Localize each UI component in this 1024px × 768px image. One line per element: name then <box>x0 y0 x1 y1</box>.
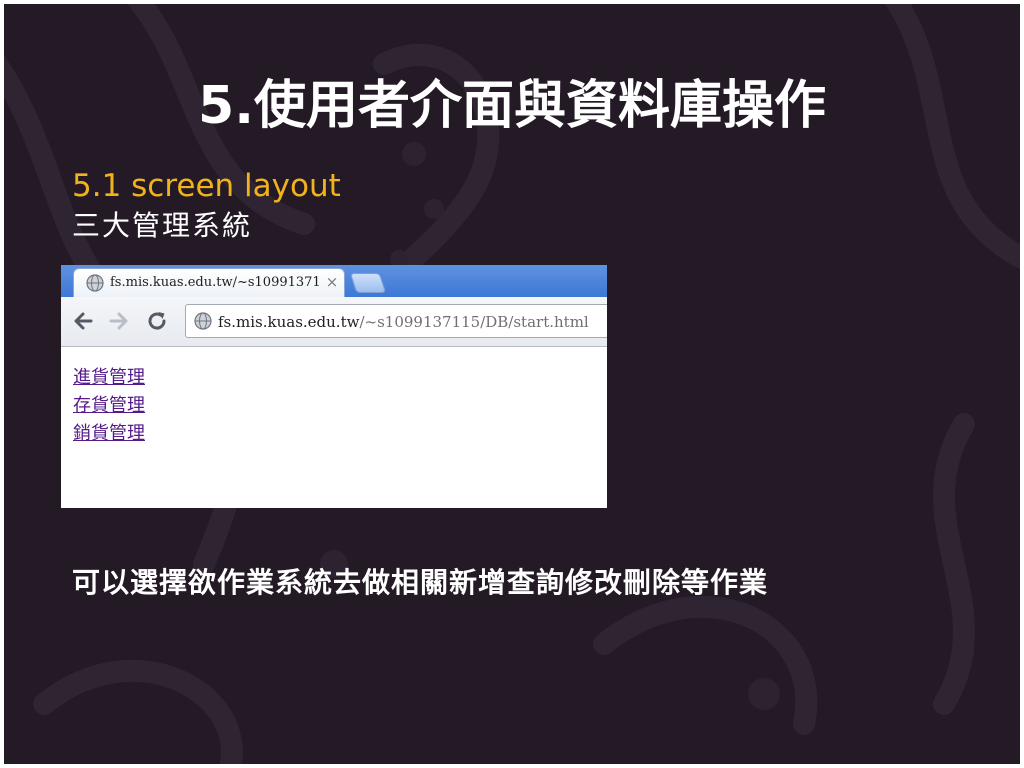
slide-title: 5.使用者介面與資料庫操作 <box>198 76 826 136</box>
globe-icon <box>194 312 212 330</box>
new-tab-button[interactable] <box>349 273 387 293</box>
tab-title: fs.mis.kuas.edu.tw/~s10991371 <box>110 275 321 290</box>
address-bar[interactable]: fs.mis.kuas.edu.tw/~s1099137115/DB/start… <box>185 304 607 338</box>
address-path: /~s1099137115/DB/start.html <box>359 313 589 331</box>
section-subtitle: 5.1 screen layout <box>72 168 341 204</box>
section-caption: 三大管理系統 <box>72 209 253 242</box>
browser-tab[interactable]: fs.mis.kuas.edu.tw/~s10991371 × <box>73 268 345 297</box>
page-content: 進貨管理 存貨管理 銷貨管理 <box>61 347 607 508</box>
forward-arrow-icon[interactable] <box>107 309 131 333</box>
reload-icon[interactable] <box>145 309 169 333</box>
globe-icon <box>86 274 104 292</box>
address-url: fs.mis.kuas.edu.tw/~s1099137115/DB/start… <box>218 312 589 332</box>
link-inventory-management[interactable]: 存貨管理 <box>73 394 145 418</box>
tab-strip: fs.mis.kuas.edu.tw/~s10991371 × <box>61 265 607 297</box>
back-arrow-icon[interactable] <box>71 309 95 333</box>
close-icon[interactable]: × <box>324 273 340 291</box>
slide: 5.使用者介面與資料庫操作 5.1 screen layout 三大管理系統 f… <box>4 4 1020 764</box>
slide-description: 可以選擇欲作業系統去做相關新增查詢修改刪除等作業 <box>72 566 769 599</box>
address-host: fs.mis.kuas.edu.tw <box>218 313 360 331</box>
link-sales-management[interactable]: 銷貨管理 <box>73 422 145 446</box>
browser-screenshot: fs.mis.kuas.edu.tw/~s10991371 × fs.mis.k… <box>61 265 607 508</box>
browser-toolbar: fs.mis.kuas.edu.tw/~s1099137115/DB/start… <box>61 297 607 347</box>
link-purchase-management[interactable]: 進貨管理 <box>73 366 145 390</box>
